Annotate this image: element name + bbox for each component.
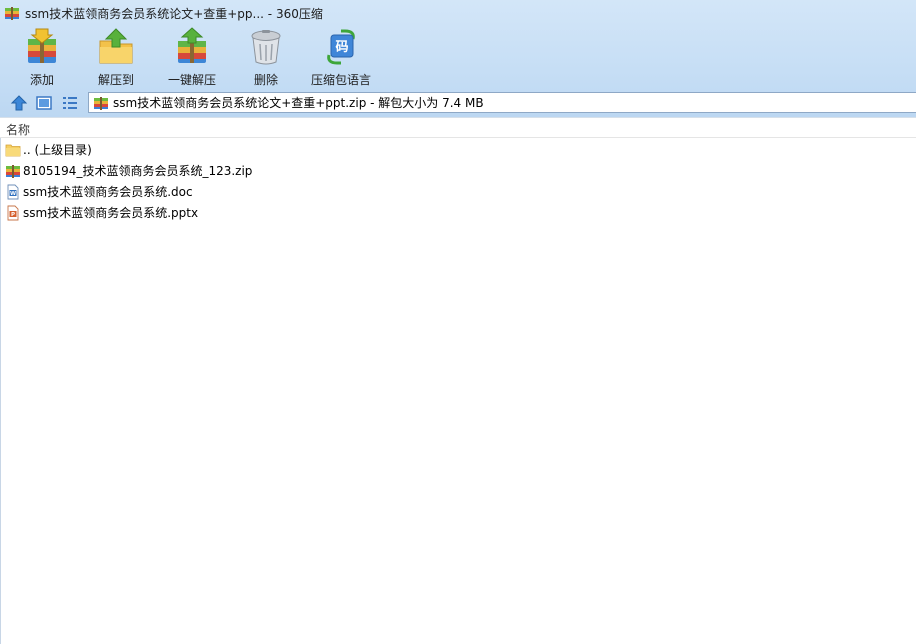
list-item-doc[interactable]: W ssm技术蓝领商务会员系统.doc [0,181,916,202]
word-doc-icon: W [7,184,19,199]
navigation-bar: ssm技术蓝领商务会员系统论文+查重+ppt.zip - 解包大小为 7.4 M… [0,89,916,117]
window-chrome: ssm技术蓝领商务会员系统论文+查重+pp... - 360压缩 添加 解压到 … [0,0,916,118]
svg-text:W: W [10,191,16,197]
add-archive-icon [28,28,56,63]
path-text: ssm技术蓝领商务会员系统论文+查重+ppt.zip - 解包大小为 7.4 M… [113,96,484,110]
zip-archive-icon [94,96,108,110]
column-header: 名称 [0,118,916,138]
svg-text:码: 码 [335,40,348,55]
list-view-icon[interactable] [61,94,79,112]
folder-icon [5,144,21,156]
window-title: ssm技术蓝领商务会员系统论文+查重+pp... - 360压缩 [25,6,323,21]
powerpoint-icon: P [7,205,19,220]
list-item-parent-dir[interactable]: .. (上级目录) [0,139,916,160]
list-item-label: ssm技术蓝领商务会员系统.pptx [23,206,199,220]
archive-window: ssm技术蓝领商务会员系统论文+查重+pp... - 360压缩 添加 解压到 … [0,0,916,644]
column-header-name[interactable]: 名称 [6,121,30,138]
archive-language-button[interactable]: 码 压缩包语言 [308,27,374,89]
archive-language-label: 压缩包语言 [310,73,371,87]
extract-to-button[interactable]: 解压到 [93,27,139,89]
delete-label: 删除 [253,73,278,87]
add-button[interactable]: 添加 [21,27,63,89]
toolbar: 添加 解压到 一键解压 删除 码 压缩包语言 [0,27,916,89]
title-bar: ssm技术蓝领商务会员系统论文+查重+pp... - 360压缩 [0,0,916,26]
archive-language-icon: 码 [327,29,355,65]
list-item-label: ssm技术蓝领商务会员系统.doc [23,185,193,199]
delete-button[interactable]: 删除 [245,27,287,89]
add-button-label: 添加 [29,73,54,87]
up-arrow-icon[interactable] [10,94,28,112]
list-item-label: 8105194_技术蓝领商务会员系统_123.zip [23,164,253,178]
list-item-label: .. (上级目录) [23,143,92,157]
list-item-zip[interactable]: 8105194_技术蓝领商务会员系统_123.zip [0,160,916,181]
one-click-extract-button[interactable]: 一键解压 [164,27,220,89]
extract-to-icon [99,28,133,64]
path-bar[interactable]: ssm技术蓝领商务会员系统论文+查重+ppt.zip - 解包大小为 7.4 M… [88,92,916,113]
one-click-extract-icon [178,27,206,63]
list-item-pptx[interactable]: P ssm技术蓝领商务会员系统.pptx [0,202,916,223]
app-archive-icon [5,7,19,20]
thumbnail-view-icon[interactable] [35,94,53,112]
svg-text:P: P [11,212,15,218]
trash-icon [251,30,281,65]
zip-archive-icon [6,164,20,178]
one-click-extract-label: 一键解压 [167,73,216,87]
extract-to-label: 解压到 [97,73,134,87]
